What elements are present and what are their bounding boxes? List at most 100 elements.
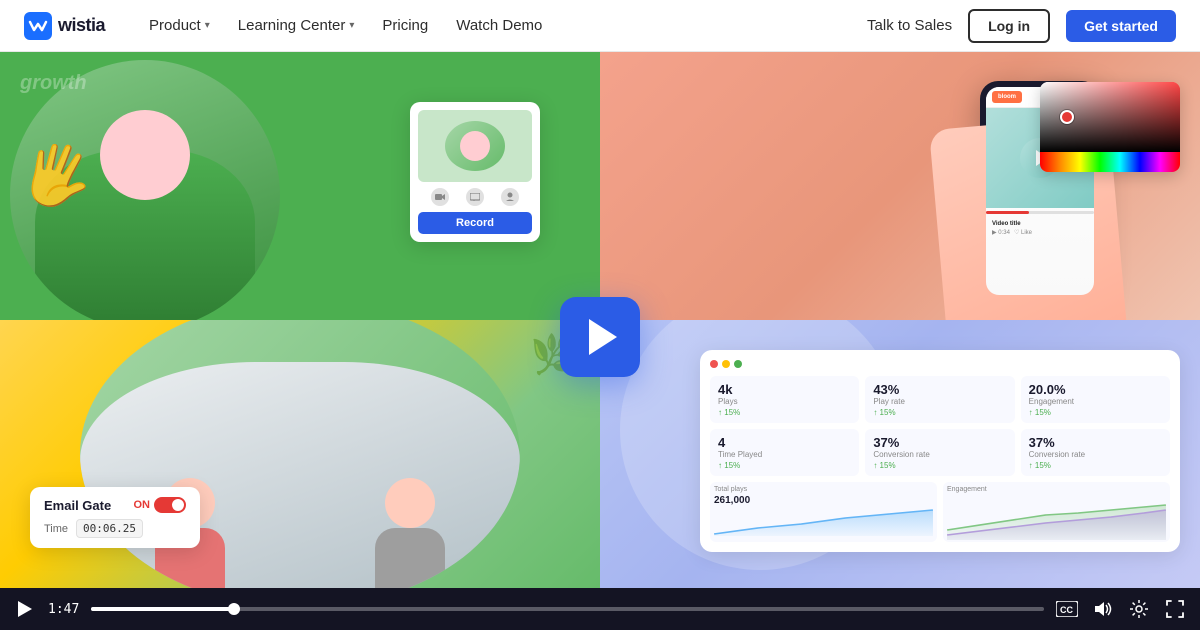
- stat-time-played-value: 4: [718, 435, 851, 450]
- learning-center-chevron-icon: ▾: [349, 20, 354, 31]
- video-controls-bar: 1:47 CC: [0, 588, 1200, 630]
- stats-row-1: 4k Plays ↑ 15% 43% Play rate ↑ 15% 20.0%…: [710, 376, 1170, 423]
- stat-plays-value: 4k: [718, 382, 851, 397]
- stat-conv1-change: ↑ 15%: [873, 461, 1006, 470]
- nav-learning-center[interactable]: Learning Center ▾: [226, 11, 367, 40]
- stat-conv2-value: 37%: [1029, 435, 1162, 450]
- stat-play-rate: 43% Play rate ↑ 15%: [865, 376, 1014, 423]
- dot-yellow: [722, 360, 730, 368]
- stat-play-rate-value: 43%: [873, 382, 1006, 397]
- quadrant-bottom-left: 🌿 Email Gate ON Time 00:06.25: [0, 320, 600, 588]
- nav-product[interactable]: Product ▾: [137, 11, 222, 40]
- email-gate-header: Email Gate ON: [44, 497, 186, 513]
- stat-conversion-2: 37% Conversion rate ↑ 15%: [1021, 429, 1170, 476]
- record-icon-row: [418, 188, 532, 206]
- cc-icon: CC: [1056, 601, 1078, 617]
- stat-conv2-label: Conversion rate: [1029, 450, 1162, 459]
- analytics-panel: 4k Plays ↑ 15% 43% Play rate ↑ 15% 20.0%…: [700, 350, 1180, 552]
- quadrant-top-right: bloom Video title: [600, 52, 1200, 320]
- email-gate-widget: Email Gate ON Time 00:06.25: [30, 487, 200, 548]
- stat-engagement: 20.0% Engagement ↑ 15%: [1021, 376, 1170, 423]
- growth-text: growth: [20, 72, 87, 95]
- navbar-actions: Talk to Sales Log in Get started: [867, 9, 1176, 43]
- stat-plays: 4k Plays ↑ 15%: [710, 376, 859, 423]
- total-plays-chart: Total plays 261,000: [710, 482, 937, 542]
- wistia-wordmark: wistia: [58, 15, 105, 36]
- engagement-chart: Engagement: [943, 482, 1170, 542]
- window-dots: [710, 360, 1170, 368]
- settings-icon: [1130, 600, 1148, 618]
- stat-play-rate-label: Play rate: [873, 397, 1006, 406]
- email-gate-time-row: Time 00:06.25: [44, 519, 186, 538]
- color-gradient-area[interactable]: [1040, 82, 1180, 152]
- stat-time-played-change: ↑ 15%: [718, 461, 851, 470]
- volume-button[interactable]: [1092, 598, 1114, 620]
- login-button[interactable]: Log in: [968, 9, 1050, 43]
- phone-video-info: Video title ▶ 0:34 ♡ Like: [986, 217, 1094, 240]
- stat-conv1-label: Conversion rate: [873, 450, 1006, 459]
- progress-scrubber[interactable]: [228, 603, 240, 615]
- record-person-icon[interactable]: [501, 188, 519, 206]
- record-camera-icon[interactable]: [431, 188, 449, 206]
- fullscreen-icon: [1166, 600, 1184, 618]
- play-button[interactable]: [560, 297, 640, 377]
- talk-to-sales-link[interactable]: Talk to Sales: [867, 17, 952, 34]
- stats-row-2: 4 Time Played ↑ 15% 37% Conversion rate …: [710, 429, 1170, 476]
- toggle-switch[interactable]: [154, 497, 186, 513]
- video-current-time: 1:47: [48, 602, 79, 617]
- record-screen-icon[interactable]: [466, 188, 484, 206]
- total-plays-value: 261,000: [714, 495, 933, 506]
- engagement-sparkline: [947, 495, 1166, 540]
- nav-watch-demo[interactable]: Watch Demo: [444, 11, 554, 40]
- wistia-logo-icon: [24, 12, 52, 40]
- stat-conv2-change: ↑ 15%: [1029, 461, 1162, 470]
- toggle-label: ON: [134, 499, 151, 511]
- total-plays-chart-title: Total plays: [714, 486, 933, 493]
- person-circle-top-left: 🖐️: [10, 60, 280, 320]
- color-picker-widget: [1040, 82, 1180, 172]
- stat-plays-change: ↑ 15%: [718, 408, 851, 417]
- stat-play-rate-change: ↑ 15%: [873, 408, 1006, 417]
- logo[interactable]: wistia: [24, 12, 105, 40]
- volume-icon: [1093, 600, 1113, 618]
- email-gate-toggle[interactable]: ON: [134, 497, 187, 513]
- color-picker-handle[interactable]: [1060, 110, 1074, 124]
- stat-engagement-change: ↑ 15%: [1029, 408, 1162, 417]
- get-started-button[interactable]: Get started: [1066, 10, 1176, 42]
- stat-conversion-1: 37% Conversion rate ↑ 15%: [865, 429, 1014, 476]
- nav-pricing[interactable]: Pricing: [370, 11, 440, 40]
- quadrant-bottom-right: 4k Plays ↑ 15% 43% Play rate ↑ 15% 20.0%…: [600, 320, 1200, 588]
- controls-play-button[interactable]: [14, 598, 36, 620]
- stat-conv1-value: 37%: [873, 435, 1006, 450]
- plays-sparkline: [714, 506, 933, 536]
- record-widget: Record: [410, 102, 540, 242]
- play-triangle-icon: [589, 319, 617, 355]
- video-player: 🖐️ growth: [0, 52, 1200, 630]
- stat-engagement-value: 20.0%: [1029, 382, 1162, 397]
- controls-play-icon: [18, 601, 32, 617]
- record-button[interactable]: Record: [418, 212, 532, 234]
- charts-row: Total plays 261,000: [710, 482, 1170, 542]
- stat-engagement-label: Engagement: [1029, 397, 1162, 406]
- video-progress-bar[interactable]: [91, 607, 1044, 611]
- cc-button[interactable]: CC: [1056, 598, 1078, 620]
- navbar: wistia Product ▾ Learning Center ▾ Prici…: [0, 0, 1200, 52]
- stat-time-played: 4 Time Played ↑ 15%: [710, 429, 859, 476]
- fullscreen-button[interactable]: [1164, 598, 1186, 620]
- nav-links: Product ▾ Learning Center ▾ Pricing Watc…: [137, 11, 867, 40]
- record-preview: [418, 110, 532, 182]
- product-chevron-icon: ▾: [205, 20, 210, 31]
- time-value[interactable]: 00:06.25: [76, 519, 143, 538]
- engagement-chart-title: Engagement: [947, 486, 1166, 493]
- dot-red: [710, 360, 718, 368]
- stat-time-played-label: Time Played: [718, 450, 851, 459]
- phone-progress-bar: [986, 211, 1094, 214]
- settings-button[interactable]: [1128, 598, 1150, 620]
- progress-bar-fill: [91, 607, 234, 611]
- email-gate-title: Email Gate: [44, 498, 111, 513]
- color-spectrum-slider[interactable]: [1040, 152, 1180, 172]
- time-label: Time: [44, 523, 68, 535]
- control-icons: CC: [1056, 598, 1186, 620]
- quadrant-top-left: 🖐️ growth: [0, 52, 600, 320]
- dot-green: [734, 360, 742, 368]
